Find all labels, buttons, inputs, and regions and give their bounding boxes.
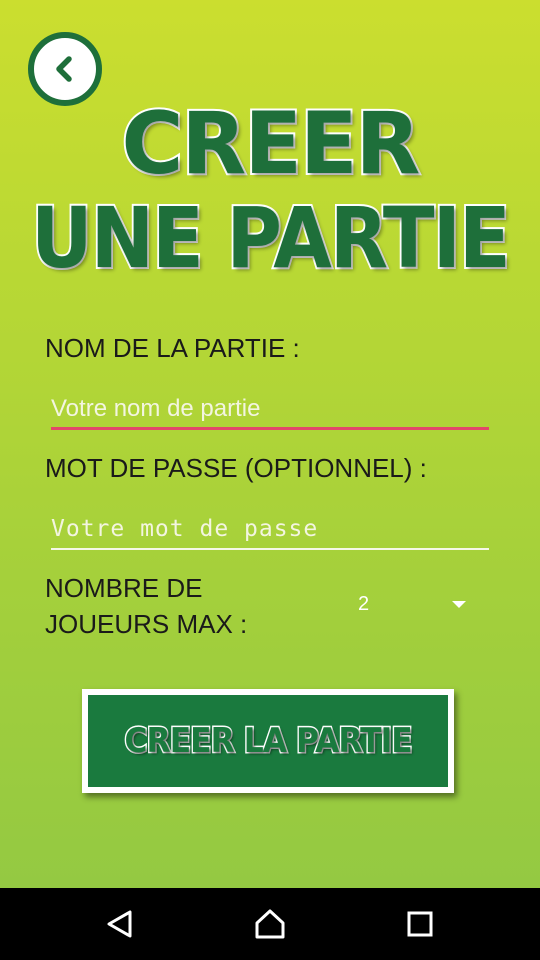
page-title: CREER UNE PARTIE <box>0 94 540 287</box>
app-content: CREER UNE PARTIE NOM DE LA PARTIE : MOT … <box>0 0 540 888</box>
nav-recent-button[interactable] <box>375 888 465 960</box>
game-name-label: NOM DE LA PARTIE : <box>45 333 300 363</box>
nav-back-button[interactable] <box>75 888 165 960</box>
max-players-dropdown[interactable]: 2 <box>350 584 480 624</box>
dropdown-arrow-icon <box>452 601 466 608</box>
nav-home-button[interactable] <box>225 888 315 960</box>
create-game-button[interactable]: CREER LA PARTIE <box>82 689 454 793</box>
max-players-label-line1: NOMBRE DE <box>45 573 203 603</box>
max-players-label: NOMBRE DE JOUEURS MAX : <box>45 570 315 642</box>
recent-apps-icon <box>407 911 433 937</box>
password-input[interactable] <box>51 510 489 550</box>
page-title-line1: CREER <box>120 94 423 194</box>
password-label: MOT DE PASSE (OPTIONNEL) : <box>45 453 427 483</box>
back-button[interactable] <box>28 32 102 106</box>
max-players-label-line2: JOUEURS MAX : <box>45 609 248 639</box>
chevron-left-icon <box>56 56 72 82</box>
create-game-button-face: CREER LA PARTIE <box>88 695 448 787</box>
page-title-line2: UNE PARTIE <box>29 189 512 287</box>
home-icon <box>255 909 285 939</box>
max-players-value: 2 <box>358 592 370 615</box>
back-triangle-icon <box>107 910 132 938</box>
screen: CREER UNE PARTIE NOM DE LA PARTIE : MOT … <box>0 0 540 960</box>
system-navigation-bar <box>0 888 540 960</box>
game-name-input[interactable] <box>51 390 489 430</box>
create-game-button-label: CREER LA PARTIE <box>123 720 414 763</box>
